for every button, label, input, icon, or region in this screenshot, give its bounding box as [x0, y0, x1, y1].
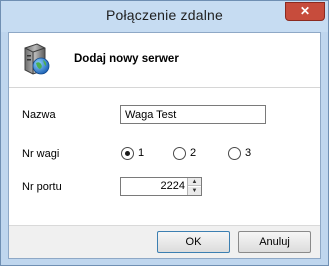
port-value: 2224 [160, 180, 185, 192]
spin-buttons: ▲ ▼ [187, 178, 201, 195]
ok-button[interactable]: OK [157, 231, 230, 253]
radio-circle [173, 147, 186, 160]
cancel-button[interactable]: Anuluj [238, 231, 311, 253]
spin-down-button[interactable]: ▼ [188, 187, 201, 195]
scale-number-label: Nr wagi [22, 148, 60, 160]
dialog-window: Połączenie zdalne ✕ Dodaj nowy serwer Na… [0, 0, 329, 266]
scale-radio-3[interactable]: 3 [228, 147, 258, 161]
radio-selected-dot [125, 151, 130, 156]
scale-radio-2[interactable]: 2 [173, 147, 203, 161]
spin-up-button[interactable]: ▲ [188, 178, 201, 186]
title-bar[interactable]: Połączenie zdalne ✕ [1, 1, 328, 32]
name-input[interactable] [120, 105, 266, 124]
header-title: Dodaj nowy serwer [74, 53, 179, 65]
name-label: Nazwa [22, 109, 56, 121]
button-bar: OK Anuluj [9, 225, 320, 258]
radio-label: 2 [190, 147, 197, 159]
radio-circle [121, 147, 134, 160]
server-globe-icon [24, 43, 50, 75]
radio-label: 3 [245, 147, 252, 159]
dialog-header: Dodaj nowy serwer [9, 33, 320, 87]
radio-circle [228, 147, 241, 160]
radio-label: 1 [138, 147, 145, 159]
port-spinbox[interactable]: 2224 ▲ ▼ [120, 177, 202, 196]
close-button[interactable]: ✕ [285, 2, 325, 21]
window-title: Połączenie zdalne [105, 7, 224, 23]
port-label: Nr portu [22, 181, 62, 193]
server-form: Nazwa Nr wagi 1 2 3 Nr portu 2224 ▲ ▼ [9, 88, 320, 225]
dialog-body: Dodaj nowy serwer Nazwa Nr wagi 1 2 3 Nr… [8, 32, 321, 259]
scale-radio-1[interactable]: 1 [121, 147, 151, 161]
